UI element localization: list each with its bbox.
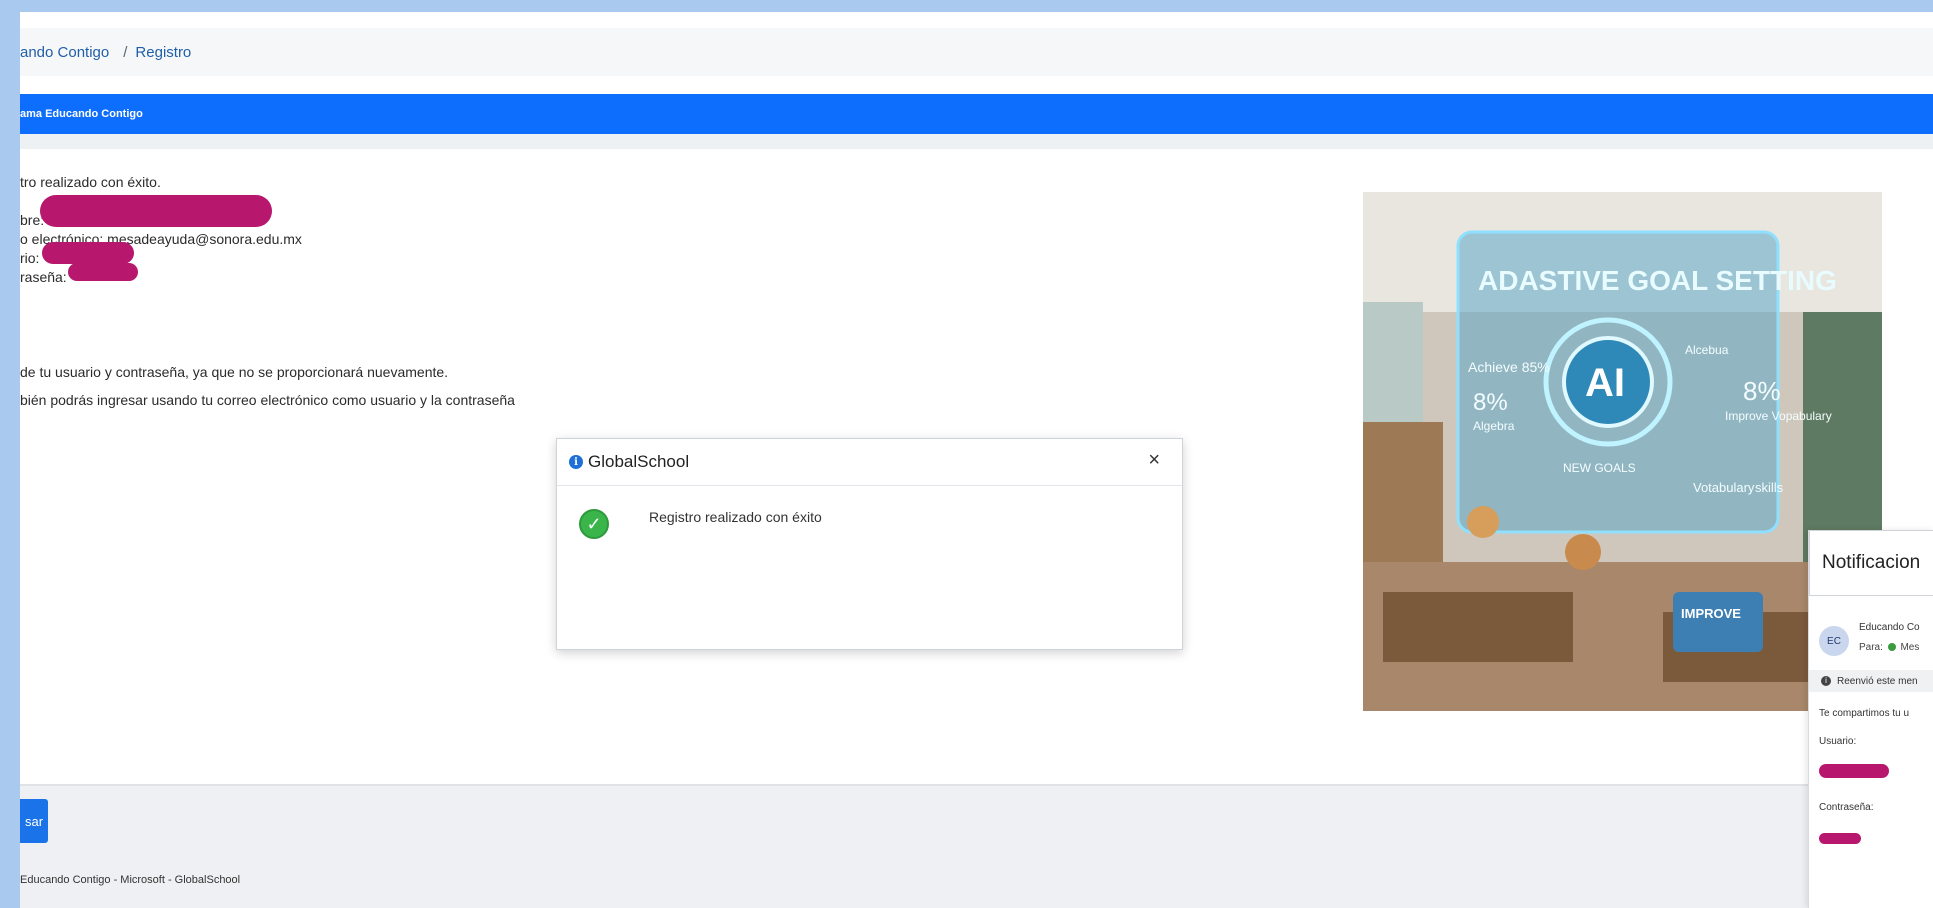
also-login-line: bién podrás ingresar usando tu correo el…: [20, 392, 515, 408]
illustration-label: Improve Vopabulary: [1725, 409, 1832, 423]
illustration-title: ADASTIVE GOAL SETTING: [1478, 265, 1837, 296]
redaction-mark: [42, 242, 134, 264]
program-title: ama Educando Contigo: [20, 108, 143, 120]
info-icon: i: [569, 455, 583, 469]
forwarded-text: Reenvió este men: [1837, 675, 1918, 687]
check-icon: ✓: [579, 509, 609, 539]
password-label: raseña:: [20, 269, 67, 285]
notification-header: Notificacion: [1809, 530, 1933, 596]
modal-message: Registro realizado con éxito: [649, 509, 822, 525]
illustration-label: AI: [1585, 361, 1625, 405]
keep-credentials-line: de tu usuario y contraseña, ya que no se…: [20, 364, 449, 380]
illustration-label: NEW GOALS: [1563, 461, 1636, 475]
breadcrumb-home-link[interactable]: ando Contigo: [20, 44, 109, 61]
header-strip: [20, 134, 1933, 149]
redaction-mark: [1819, 764, 1889, 778]
to-label: Para:: [1859, 642, 1883, 653]
illustration-label: Alcebua: [1685, 343, 1729, 357]
breadcrumb-current[interactable]: Registro: [135, 44, 191, 61]
notification-sender: Educando Co: [1859, 622, 1920, 633]
illustration-label: IMPROVE: [1681, 606, 1741, 621]
redaction-mark: [40, 195, 272, 227]
program-header-bar: ama Educando Contigo: [20, 94, 1933, 134]
user-label: rio:: [20, 250, 40, 266]
success-line: tro realizado con éxito.: [20, 174, 161, 190]
illustration-label: skills: [1755, 480, 1784, 495]
modal-title: GlobalSchool: [588, 452, 690, 471]
breadcrumb-separator: /: [123, 43, 128, 61]
illustration-label: Achieve 85%: [1468, 359, 1550, 375]
redaction-mark: [68, 263, 138, 281]
illustration-label: 8%: [1743, 376, 1781, 406]
classroom-illustration-svg: ADASTIVE GOAL SETTING AI Achieve 85% 8% …: [1363, 192, 1882, 711]
avatar: EC: [1819, 626, 1849, 656]
illustration-label: Algebra: [1473, 419, 1515, 433]
to-value: Mes: [1900, 642, 1920, 653]
footer-credits: Educando Contigo - Microsoft - GlobalSch…: [20, 874, 241, 886]
notification-password-label: Contraseña:: [1819, 802, 1874, 813]
illustration-label: Votabulary: [1693, 480, 1755, 495]
footer: [20, 784, 1933, 908]
illustration-label: 8%: [1473, 389, 1508, 416]
presence-icon: [1887, 643, 1896, 652]
notification-recipient: Para: Mes: [1859, 642, 1919, 653]
breadcrumb: ando Contigo / Registro: [20, 28, 1933, 76]
modal-header: i GlobalSchool ×: [557, 439, 1182, 486]
info-icon: i: [1821, 676, 1831, 686]
classroom-illustration: ADASTIVE GOAL SETTING AI Achieve 85% 8% …: [1363, 192, 1882, 711]
notification-user-label: Usuario:: [1819, 736, 1857, 747]
notification-intro: Te compartimos tu u: [1819, 708, 1910, 719]
forwarded-banner: i Reenvió este men: [1809, 670, 1933, 692]
notification-panel: Notificacion EC Educando Co Para: Mes i …: [1808, 530, 1933, 908]
success-modal: i GlobalSchool × ✓ Registro realizado co…: [556, 438, 1183, 650]
login-button[interactable]: sar: [20, 799, 48, 843]
close-icon[interactable]: ×: [1148, 449, 1160, 472]
redaction-mark: [1819, 833, 1861, 844]
